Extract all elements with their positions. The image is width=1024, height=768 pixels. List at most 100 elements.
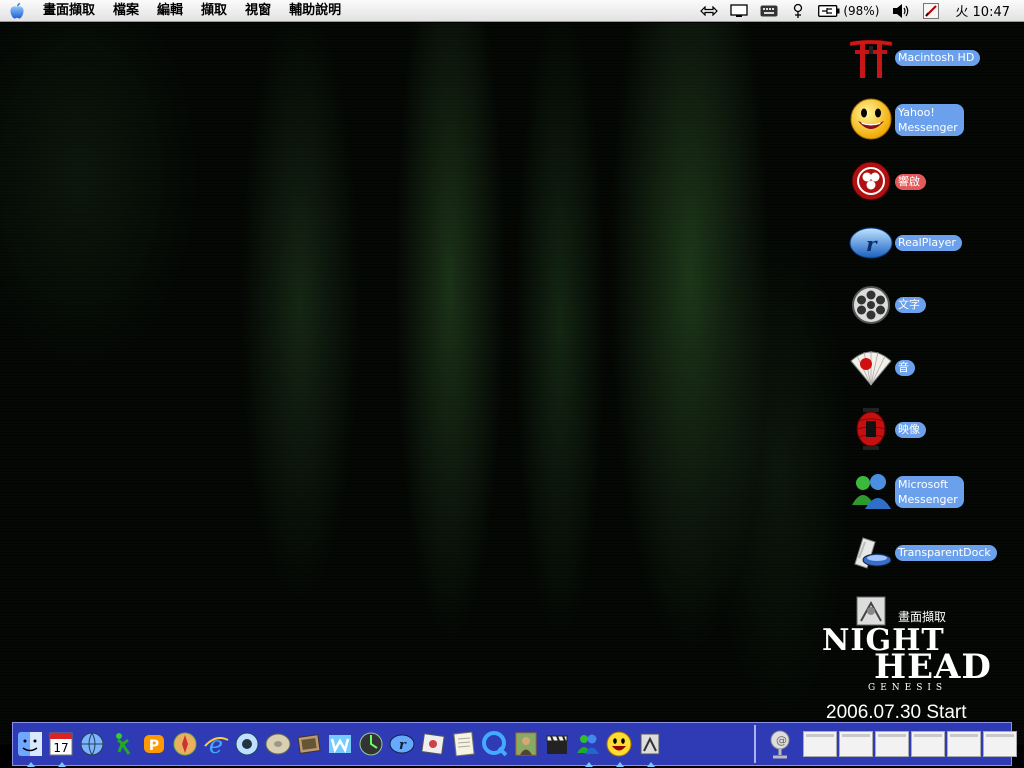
- dock-item-internet-explorer[interactable]: e: [201, 727, 231, 761]
- minimized-window-thumbnail[interactable]: [983, 731, 1017, 757]
- dock-item-mona-lisa[interactable]: [511, 727, 541, 761]
- dock-minimized-area: @: [765, 727, 1024, 761]
- network-globe-icon: [80, 732, 104, 757]
- desktop-label-realplayer[interactable]: RealPlayer: [895, 235, 962, 251]
- svg-text:@: @: [776, 734, 787, 747]
- red-lantern-icon[interactable]: [848, 406, 894, 452]
- app-p-icon: P: [144, 735, 164, 754]
- dock-item-yahoo-messenger[interactable]: [604, 727, 634, 767]
- svg-text:17: 17: [53, 741, 68, 755]
- dock-item-photo-tool[interactable]: [418, 727, 448, 761]
- minimized-window-thumbnail[interactable]: [911, 731, 945, 757]
- volume-menu[interactable]: [891, 0, 911, 22]
- realplayer-icon[interactable]: r: [848, 220, 894, 266]
- imovie-clapper-icon: [546, 735, 568, 754]
- svg-text:P: P: [149, 738, 159, 754]
- display-menu[interactable]: [730, 0, 748, 22]
- desktop-label-kyokai[interactable]: 響啟: [895, 174, 926, 190]
- torii-gate-icon[interactable]: [848, 35, 894, 81]
- dock-item-dashboard[interactable]: [356, 727, 386, 761]
- minimized-window-thumbnail[interactable]: [947, 731, 981, 757]
- poster-start-date: 2006.07.30 Start: [826, 702, 967, 723]
- running-indicator: [58, 762, 66, 767]
- dock-item-network-globe[interactable]: [77, 727, 107, 761]
- svg-text:r: r: [866, 232, 878, 256]
- battery-percentage: (98%): [843, 3, 880, 18]
- dock-item-realplayer[interactable]: r: [387, 727, 417, 761]
- running-indicator: [616, 762, 624, 767]
- network-status[interactable]: [700, 0, 719, 22]
- finder-icon: [18, 732, 42, 756]
- msn-buddies-icon[interactable]: [848, 468, 894, 514]
- desktop-label-microsoft-messenger[interactable]: Microsoft Messenger: [895, 476, 964, 508]
- folding-fan-icon[interactable]: [848, 344, 894, 390]
- desktop: Macintosh HD Yahoo! Messenger 響啟 r RealP…: [0, 23, 1024, 745]
- minimized-window-thumbnail[interactable]: [875, 731, 909, 757]
- speaker-volume-icon: [893, 3, 909, 18]
- thumbnail-titlebar: [878, 734, 906, 737]
- menu-file[interactable]: 檔案: [104, 0, 148, 22]
- menu-edit[interactable]: 編輯: [148, 0, 192, 22]
- screen-capture-icon: [640, 733, 660, 755]
- menu-help[interactable]: 輔助說明: [280, 0, 350, 22]
- mona-lisa-icon: [515, 732, 537, 756]
- keyboard-menu[interactable]: [760, 0, 778, 22]
- dock-item-quicktime[interactable]: [480, 727, 510, 761]
- dock-item-finder[interactable]: [15, 727, 45, 767]
- script-menu[interactable]: [923, 0, 940, 22]
- desktop-label-video[interactable]: 映像: [895, 422, 926, 438]
- desktop-label-text[interactable]: 文字: [895, 297, 926, 313]
- dock-app-store-icon[interactable]: @: [765, 727, 795, 761]
- menu-extras: (98%) 火 10:47: [694, 0, 1024, 22]
- dock-item-ical[interactable]: 17: [46, 727, 76, 767]
- dashboard-icon: [359, 732, 383, 756]
- iphoto-icon: [297, 734, 321, 754]
- dock-item-app-w[interactable]: [325, 727, 355, 761]
- dock-item-chart-paper[interactable]: [449, 727, 479, 761]
- app-w-icon: [329, 735, 351, 754]
- film-reel-icon[interactable]: [848, 282, 894, 328]
- thumbnail-titlebar: [986, 734, 1014, 737]
- transparent-dock-icon[interactable]: [848, 530, 894, 576]
- dock-item-safari-compass[interactable]: [170, 727, 200, 761]
- yahoo-smiley-icon[interactable]: [848, 96, 894, 142]
- dock-item-app-p[interactable]: P: [139, 727, 169, 761]
- running-indicator: [585, 762, 593, 767]
- ical-icon: 17: [49, 732, 73, 756]
- desktop-label-macintosh-hd[interactable]: Macintosh HD: [895, 50, 981, 66]
- dock: 17 Pe r @: [12, 722, 1017, 767]
- minimized-window-thumbnail[interactable]: [839, 731, 873, 757]
- display-icon: [730, 3, 748, 17]
- dock-item-itunes-eye[interactable]: [232, 727, 262, 761]
- dock-item-disk-utility[interactable]: [263, 727, 293, 761]
- minimized-window-thumbnail[interactable]: [803, 731, 837, 757]
- network-arrows-icon: [700, 5, 719, 16]
- dock-item-ichat-runner[interactable]: [108, 727, 138, 761]
- menubar-clock[interactable]: 火 10:47: [955, 1, 1010, 20]
- photo-tool-icon: [421, 733, 445, 755]
- red-crest-icon[interactable]: [848, 158, 894, 204]
- apple-icon: [10, 2, 24, 19]
- menu-window[interactable]: 視窗: [236, 0, 280, 22]
- bluetooth-menu[interactable]: [790, 0, 806, 22]
- safari-compass-icon: [173, 732, 197, 756]
- apple-menu[interactable]: [0, 0, 34, 22]
- menu-capture[interactable]: 擷取: [192, 0, 236, 22]
- svg-text:e: e: [209, 731, 223, 758]
- svg-text:r: r: [399, 738, 407, 753]
- menu-app-name[interactable]: 畫面擷取: [34, 0, 104, 22]
- disk-utility-icon: [265, 733, 291, 755]
- battery-icon: [818, 4, 840, 17]
- dock-item-screen-capture[interactable]: [635, 727, 665, 767]
- battery-status[interactable]: (98%): [818, 0, 879, 22]
- pen-icon: [923, 2, 940, 19]
- dock-item-imovie-clapper[interactable]: [542, 727, 572, 761]
- dock-item-iphoto[interactable]: [294, 727, 324, 761]
- desktop-label-yahoo-messenger[interactable]: Yahoo! Messenger: [895, 104, 964, 136]
- poster-title-head: HEAD: [874, 647, 992, 687]
- desktop-label-transparentdock[interactable]: TransparentDock: [895, 545, 997, 561]
- dock-app-list: 17 Pe r: [15, 727, 666, 767]
- dock-item-msn-messenger[interactable]: [573, 727, 603, 767]
- desktop-label-sound[interactable]: 音: [895, 360, 915, 376]
- dock-separator: [754, 725, 756, 763]
